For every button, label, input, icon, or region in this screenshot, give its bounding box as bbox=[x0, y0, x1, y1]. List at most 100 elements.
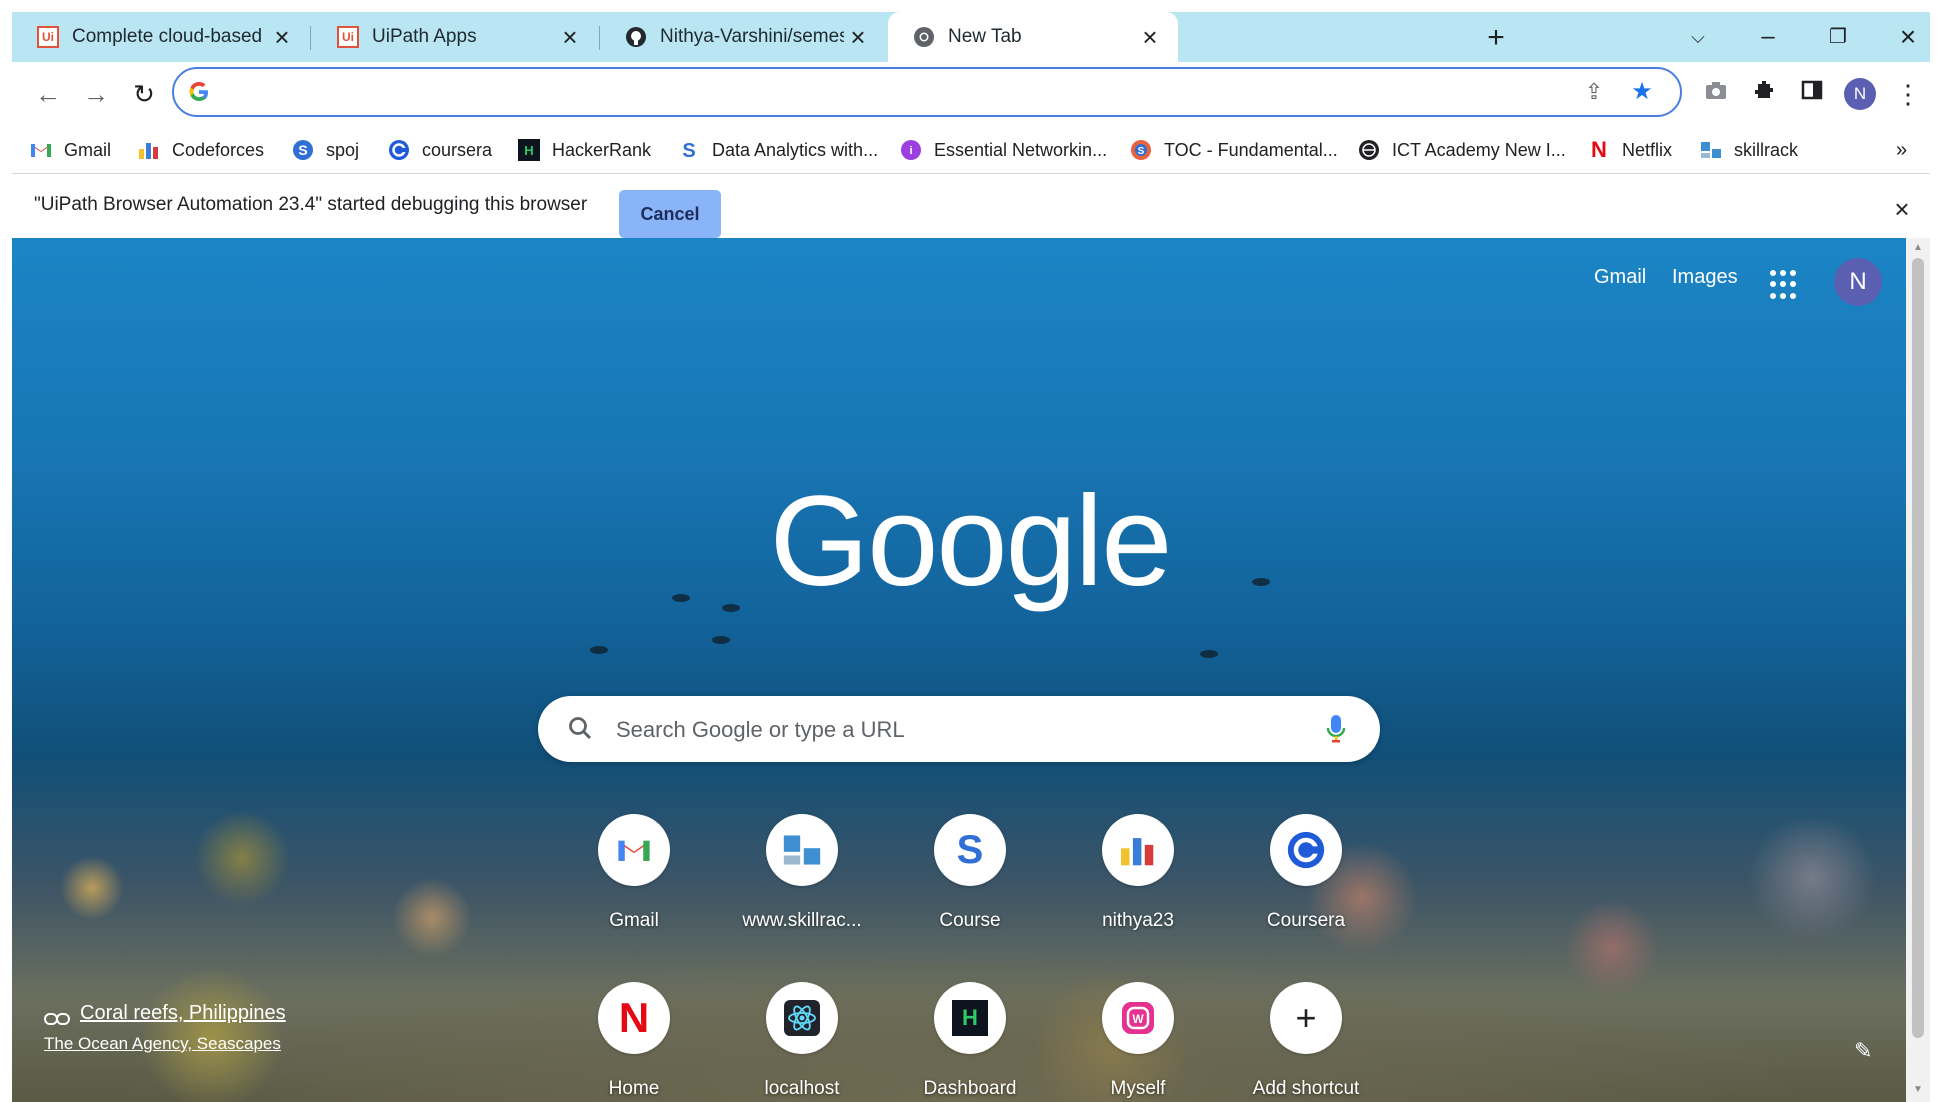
images-link[interactable]: Images bbox=[1672, 266, 1738, 289]
bookmark-codeforces[interactable]: Codeforces bbox=[138, 138, 264, 162]
chrome-icon bbox=[912, 25, 936, 49]
skillrack-icon bbox=[766, 814, 838, 886]
bookmark-hackerrank[interactable]: H HackerRank bbox=[518, 138, 651, 162]
bookmark-essential-networking[interactable]: i Essential Networkin... bbox=[900, 138, 1107, 162]
side-panel-icon[interactable] bbox=[1796, 78, 1828, 110]
close-tab-icon[interactable]: × bbox=[844, 23, 872, 51]
shortcut-nithya23[interactable]: nithya23 bbox=[1078, 814, 1198, 942]
shortcut-home[interactable]: N Home bbox=[574, 982, 694, 1102]
shortcut-label: Add shortcut bbox=[1252, 1078, 1360, 1099]
s-icon: S bbox=[934, 814, 1006, 886]
fish-decoration bbox=[1200, 650, 1218, 658]
s-icon: S bbox=[678, 139, 700, 161]
bookmark-label: spoj bbox=[326, 139, 360, 160]
svg-text:S: S bbox=[1138, 146, 1145, 157]
bookmark-netflix[interactable]: N Netflix bbox=[1588, 137, 1672, 162]
address-input[interactable] bbox=[234, 77, 1538, 109]
bookmark-label: Gmail bbox=[64, 139, 112, 160]
minimize-icon[interactable]: – bbox=[1748, 20, 1788, 54]
shortcut-dashboard[interactable]: H Dashboard bbox=[910, 982, 1030, 1102]
scroll-down-icon[interactable]: ▼ bbox=[1912, 1084, 1924, 1096]
more-bookmarks-icon[interactable]: » bbox=[1896, 138, 1907, 162]
spoj-icon: S bbox=[292, 139, 314, 161]
apps-grid-icon[interactable] bbox=[1770, 270, 1800, 300]
gmail-icon bbox=[30, 139, 52, 161]
shortcut-gmail[interactable]: Gmail bbox=[574, 814, 694, 942]
attribution-credit-link[interactable]: The Ocean Agency, Seascapes bbox=[44, 1034, 281, 1054]
customize-pencil-icon[interactable]: ✎ bbox=[1854, 1038, 1872, 1064]
menu-icon[interactable]: ⋮ bbox=[1892, 78, 1924, 110]
cancel-debug-button[interactable]: Cancel bbox=[619, 190, 721, 238]
shortcut-add[interactable]: + Add shortcut bbox=[1246, 982, 1366, 1102]
shortcut-coursera[interactable]: Coursera bbox=[1246, 814, 1366, 942]
close-window-icon[interactable]: × bbox=[1888, 20, 1928, 54]
bookmark-toc[interactable]: S TOC - Fundamental... bbox=[1130, 138, 1338, 162]
google-g-icon bbox=[189, 82, 208, 101]
tab-title: New Tab bbox=[948, 26, 1022, 47]
netflix-icon: N bbox=[598, 982, 670, 1054]
close-tab-icon[interactable]: × bbox=[556, 23, 584, 51]
camera-icon[interactable] bbox=[1700, 78, 1732, 110]
svg-text:S: S bbox=[298, 142, 307, 158]
shortcut-label: Gmail bbox=[609, 910, 659, 931]
netflix-icon: N bbox=[1591, 137, 1607, 162]
bookmark-data-analytics[interactable]: S Data Analytics with... bbox=[678, 138, 878, 162]
search-input[interactable] bbox=[614, 712, 1298, 748]
tab-uipath-enterprise[interactable]: Ui Complete cloud-based enterprise × bbox=[12, 12, 310, 62]
bookmark-skillrack[interactable]: skillrack bbox=[1700, 138, 1798, 162]
profile-avatar[interactable]: N bbox=[1844, 78, 1876, 110]
shortcut-myself[interactable]: W Myself bbox=[1078, 982, 1198, 1102]
shortcut-course[interactable]: S Course bbox=[910, 814, 1030, 942]
plus-icon: + bbox=[1270, 982, 1342, 1054]
attribution-title-link[interactable]: Coral reefs, Philippines bbox=[80, 1002, 286, 1025]
github-icon bbox=[624, 25, 648, 49]
close-tab-icon[interactable]: × bbox=[1136, 23, 1164, 51]
reload-icon[interactable]: ↻ bbox=[126, 76, 162, 112]
shortcut-label: Coursera bbox=[1266, 910, 1346, 931]
shortcut-label: Course bbox=[939, 910, 1001, 931]
bookmark-label: skillrack bbox=[1734, 139, 1799, 160]
shortcut-localhost[interactable]: localhost bbox=[742, 982, 862, 1102]
new-tab-button[interactable]: + bbox=[1480, 22, 1512, 54]
share-icon[interactable]: ⇪ bbox=[1578, 76, 1610, 108]
bookmark-label: Essential Networkin... bbox=[934, 139, 1108, 160]
bookmark-gmail[interactable]: Gmail bbox=[30, 138, 111, 162]
tab-search-icon[interactable]: ⌵ bbox=[1678, 20, 1718, 54]
bookmark-spoj[interactable]: S spoj bbox=[292, 138, 359, 162]
fish-decoration bbox=[712, 636, 730, 644]
scroll-up-icon[interactable]: ▲ bbox=[1912, 242, 1924, 254]
bookmark-ict-academy[interactable]: ICT Academy New I... bbox=[1358, 138, 1566, 162]
bookmark-coursera[interactable]: coursera bbox=[388, 138, 492, 162]
codeforces-icon bbox=[138, 139, 160, 161]
search-box[interactable] bbox=[538, 696, 1380, 762]
tab-title: Complete cloud-based enterprise bbox=[72, 26, 268, 47]
tab-uipath-apps[interactable]: Ui UiPath Apps × bbox=[312, 12, 598, 62]
tab-github[interactable]: Nithya-Varshini/semester_analysi × bbox=[600, 12, 886, 62]
svg-text:W: W bbox=[1132, 1012, 1144, 1026]
close-tab-icon[interactable]: × bbox=[268, 23, 296, 51]
bookmark-star-icon[interactable]: ★ bbox=[1626, 76, 1658, 108]
debug-message: "UiPath Browser Automation 23.4" started… bbox=[34, 194, 588, 215]
shortcut-skillrack[interactable]: www.skillrac... bbox=[742, 814, 862, 942]
microphone-icon[interactable] bbox=[1324, 712, 1348, 746]
account-avatar[interactable]: N bbox=[1834, 258, 1882, 306]
coursera-icon bbox=[1270, 814, 1342, 886]
extensions-icon[interactable] bbox=[1748, 78, 1780, 110]
address-bar[interactable]: ⇪ ★ bbox=[172, 67, 1682, 117]
bookmark-label: ICT Academy New I... bbox=[1392, 139, 1566, 160]
shortcut-label: www.skillrac... bbox=[742, 910, 862, 931]
back-icon[interactable]: ← bbox=[30, 76, 66, 112]
tab-new-tab[interactable]: New Tab × bbox=[888, 12, 1178, 62]
fish-decoration bbox=[672, 594, 690, 602]
coursera-icon bbox=[388, 139, 410, 161]
close-infobar-icon[interactable]: × bbox=[1887, 194, 1917, 224]
gmail-link[interactable]: Gmail bbox=[1594, 266, 1646, 289]
restore-icon[interactable]: ❐ bbox=[1818, 20, 1858, 54]
bookmarks-bar: Gmail Codeforces S spoj coursera H Hacker… bbox=[12, 126, 1930, 174]
uipath-icon: Ui bbox=[336, 25, 360, 49]
forward-icon[interactable]: → bbox=[78, 76, 114, 112]
scrollbar-thumb[interactable] bbox=[1912, 258, 1924, 1038]
page-scrollbar[interactable]: ▲ ▼ bbox=[1906, 238, 1930, 1102]
shortcut-label: localhost bbox=[764, 1078, 840, 1099]
bookmark-label: Data Analytics with... bbox=[712, 139, 879, 160]
